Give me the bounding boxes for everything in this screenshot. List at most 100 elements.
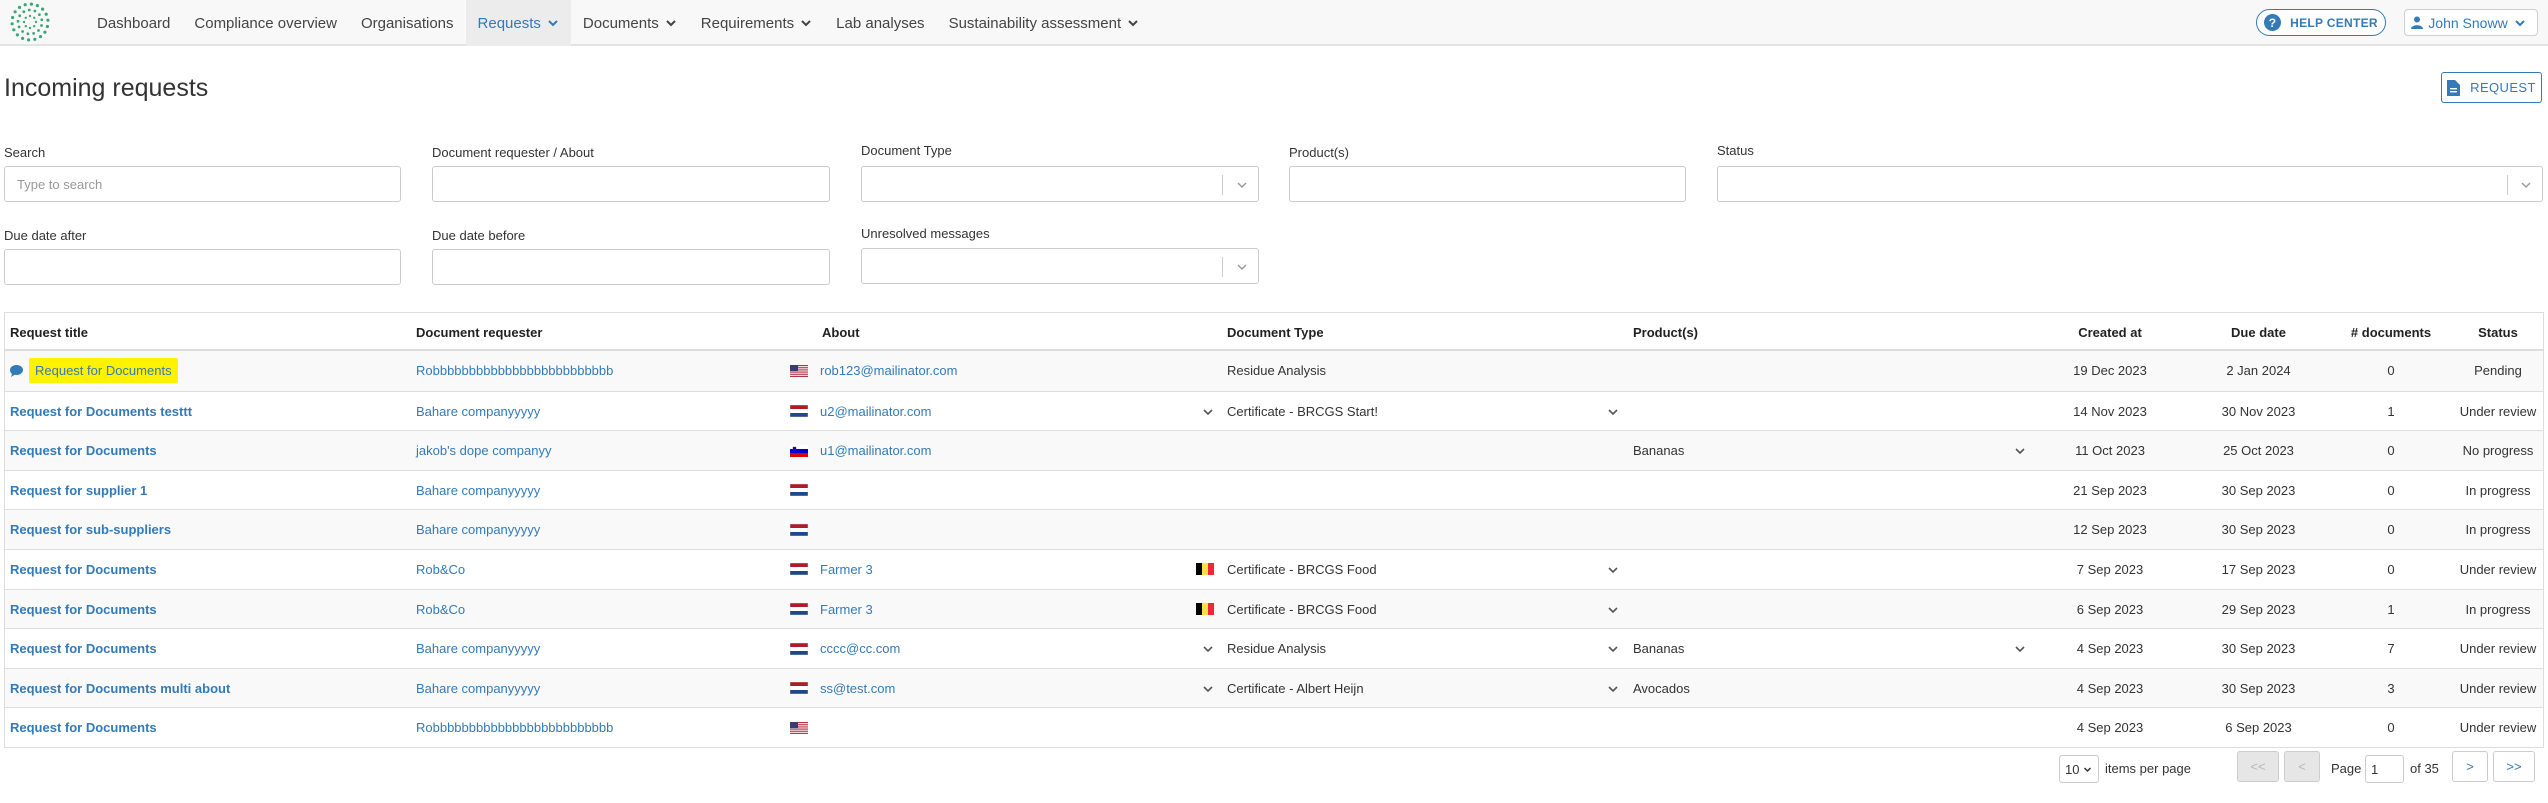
- request-title-link[interactable]: Request for Documents testtt: [10, 404, 192, 419]
- request-title-link[interactable]: Request for Documents: [10, 602, 157, 617]
- due-after-input[interactable]: [4, 249, 401, 285]
- main-nav: Dashboard Compliance overview Organisation…: [85, 0, 1151, 46]
- nav-item-dashboard[interactable]: Dashboard: [85, 0, 182, 46]
- about-link[interactable]: Farmer 3: [820, 602, 873, 617]
- nav-item-compliance-overview[interactable]: Compliance overview: [182, 0, 349, 46]
- chevron-down-icon[interactable]: [1202, 406, 1214, 418]
- request-title-link[interactable]: Request for Documents: [10, 562, 157, 577]
- requester-link[interactable]: Rob&Co: [416, 590, 465, 629]
- items-per-page-select[interactable]: 10: [2059, 755, 2099, 783]
- nav-item-lab-analyses[interactable]: Lab analyses: [824, 0, 936, 46]
- requester-filter-input[interactable]: [432, 166, 830, 202]
- requester-link[interactable]: jakob's dope companyy: [416, 431, 551, 470]
- chevron-down-icon[interactable]: [1607, 406, 1619, 418]
- table-row[interactable]: Request for supplier 1 Bahare companyyyyy…: [5, 469, 2543, 510]
- nav-item-sustainability-assessment[interactable]: Sustainability assessment: [937, 0, 1152, 46]
- request-title-link[interactable]: Request for Documents multi about: [10, 681, 230, 696]
- requester-link[interactable]: Robbbbbbbbbbbbbbbbbbbbbbbbb: [416, 708, 613, 747]
- requester-link[interactable]: Bahare companyyyyy: [416, 392, 540, 431]
- table-row[interactable]: Request for Documents multi about Bahare …: [5, 667, 2543, 708]
- page-number-input[interactable]: 1: [2365, 755, 2404, 783]
- first-page-button[interactable]: <<: [2237, 751, 2279, 782]
- request-title-link[interactable]: Request for Documents: [10, 443, 157, 458]
- table-row[interactable]: Request for Documents jakob's dope compan…: [5, 430, 2543, 470]
- column-header-products[interactable]: Product(s): [1633, 313, 1698, 351]
- table-row[interactable]: Request for Documents Bahare companyyyyy c…: [5, 628, 2543, 668]
- user-menu-button[interactable]: John Snoww: [2404, 9, 2538, 36]
- requester-link[interactable]: Bahare companyyyyy: [416, 669, 540, 708]
- column-header-due[interactable]: Due date: [2186, 313, 2331, 351]
- column-header-created[interactable]: Created at: [2035, 313, 2185, 351]
- unresolved-messages-select[interactable]: [861, 248, 1259, 284]
- due-before-input[interactable]: [432, 249, 830, 285]
- requester-link[interactable]: Bahare companyyyyy: [416, 510, 540, 549]
- request-title-link[interactable]: Request for Documents: [29, 358, 178, 383]
- logo-icon[interactable]: [10, 2, 50, 42]
- created-at-cell: 14 Nov 2023: [2073, 403, 2147, 419]
- column-header-documents[interactable]: # documents: [2332, 313, 2450, 351]
- help-center-button[interactable]: ? HELP CENTER: [2256, 9, 2386, 36]
- documents-count-cell: 7: [2387, 641, 2395, 657]
- chevron-down-icon[interactable]: [1202, 683, 1214, 695]
- table-row[interactable]: Request for Documents Robbbbbbbbbbbbbbbbb…: [5, 351, 2543, 391]
- chevron-down-icon[interactable]: [2014, 643, 2026, 655]
- chevron-down-icon[interactable]: [1607, 604, 1619, 616]
- about-link[interactable]: cccc@cc.com: [820, 641, 900, 656]
- products-filter-input[interactable]: [1289, 166, 1686, 202]
- about-link[interactable]: rob123@mailinator.com: [820, 363, 957, 378]
- flag-nl-icon: [790, 603, 808, 616]
- column-header-doctype[interactable]: Document Type: [1227, 313, 1324, 351]
- chevron-down-icon: [801, 20, 811, 27]
- nav-item-organisations[interactable]: Organisations: [349, 0, 466, 46]
- request-title-link[interactable]: Request for supplier 1: [10, 483, 147, 498]
- nav-item-requirements[interactable]: Requirements: [689, 0, 824, 46]
- requester-link[interactable]: Bahare companyyyyy: [416, 629, 540, 668]
- column-header-title[interactable]: Request title: [10, 313, 88, 351]
- nav-item-requests[interactable]: Requests: [465, 0, 571, 46]
- requester-link[interactable]: Rob&Co: [416, 550, 465, 589]
- about-cell: u1@mailinator.com: [790, 431, 931, 470]
- table-row[interactable]: Request for Documents testtt Bahare compa…: [5, 390, 2543, 431]
- about-link[interactable]: Farmer 3: [820, 562, 873, 577]
- request-title-cell: Request for Documents: [10, 351, 178, 390]
- about-link[interactable]: u2@mailinator.com: [820, 404, 931, 419]
- about-link[interactable]: u1@mailinator.com: [820, 443, 931, 458]
- doctype-filter-select[interactable]: [861, 166, 1259, 202]
- nav-item-label: Organisations: [360, 14, 454, 32]
- table-row[interactable]: Request for Documents Robbbbbbbbbbbbbbbbb…: [5, 707, 2543, 747]
- doctype-cell: Residue Analysis: [1227, 363, 1326, 378]
- requester-link[interactable]: Bahare companyyyyy: [416, 471, 540, 510]
- next-page-button[interactable]: >: [2452, 751, 2488, 782]
- status-filter-select[interactable]: [1717, 166, 2543, 202]
- table-row[interactable]: Request for Documents Rob&Co Farmer 3 Certi…: [5, 548, 2543, 589]
- about-cell: [790, 510, 820, 549]
- about-cell: Farmer 3: [790, 590, 873, 629]
- request-title-link[interactable]: Request for Documents: [10, 641, 157, 656]
- column-header-status[interactable]: Status: [2451, 313, 2545, 351]
- new-request-button[interactable]: REQUEST: [2441, 72, 2542, 103]
- documents-count-cell: 0: [2387, 482, 2395, 498]
- requester-link[interactable]: Robbbbbbbbbbbbbbbbbbbbbbbbb: [416, 351, 613, 390]
- status-cell: Under review: [2459, 641, 2537, 657]
- chevron-down-icon[interactable]: [1607, 643, 1619, 655]
- chevron-down-icon: [1237, 264, 1247, 271]
- column-header-about[interactable]: About: [822, 313, 860, 351]
- chevron-down-icon[interactable]: [1607, 683, 1619, 695]
- table-row[interactable]: Request for sub-suppliers Bahare companyy…: [5, 509, 2543, 549]
- chevron-down-icon[interactable]: [1607, 564, 1619, 576]
- flag-nl-icon: [790, 642, 808, 655]
- search-input[interactable]: Type to search: [4, 166, 401, 202]
- request-title-link[interactable]: Request for sub-suppliers: [10, 522, 171, 537]
- chevron-down-icon[interactable]: [1202, 643, 1214, 655]
- previous-page-button[interactable]: <: [2284, 751, 2320, 782]
- about-cell: cccc@cc.com: [790, 629, 900, 668]
- nav-item-documents[interactable]: Documents: [571, 0, 689, 46]
- column-header-requester[interactable]: Document requester: [416, 313, 542, 351]
- about-link[interactable]: ss@test.com: [820, 681, 895, 696]
- request-title-link[interactable]: Request for Documents: [10, 720, 157, 735]
- chevron-down-icon[interactable]: [2014, 445, 2026, 457]
- nav-item-label: Requirements: [700, 14, 795, 32]
- help-center-label: HELP CENTER: [2290, 15, 2378, 30]
- table-row[interactable]: Request for Documents Rob&Co Farmer 3 Certi…: [5, 588, 2543, 629]
- last-page-button[interactable]: >>: [2493, 751, 2535, 782]
